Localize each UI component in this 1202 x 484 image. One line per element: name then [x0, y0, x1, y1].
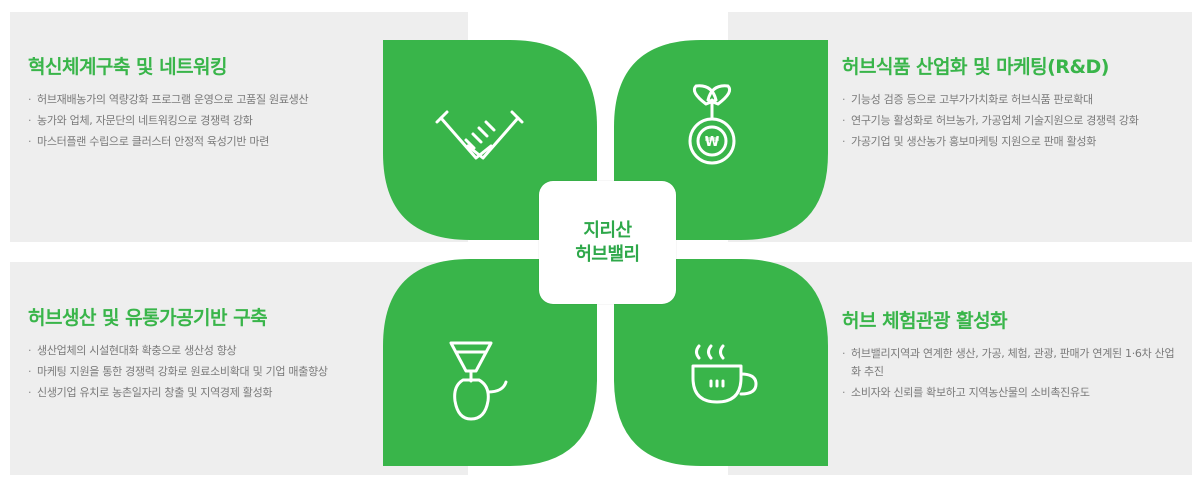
list-item: 연구기능 활성화로 허브농가, 가공업체 기술지원으로 경쟁력 강화	[842, 112, 1182, 130]
list-innovation-networking: 허브재배농가의 역량강화 프로그램 운영으로 고품질 원료생산 농가와 업체, …	[28, 91, 408, 151]
list-item: 마케팅 지원을 통한 경쟁력 강화로 원료소비확대 및 기업 매출향상	[28, 363, 408, 381]
list-item: 허브재배농가의 역량강화 프로그램 운영으로 고품질 원료생산	[28, 91, 408, 109]
title-experience-tourism: 허브 체험관광 활성화	[842, 310, 1008, 332]
list-item: 허브밸리지역과 연계한 생산, 가공, 체험, 관광, 판매가 연계된 1·6차…	[842, 345, 1182, 381]
list-experience-tourism: 허브밸리지역과 연계한 생산, 가공, 체험, 관광, 판매가 연계된 1·6차…	[842, 345, 1182, 402]
list-item: 가공기업 및 생산농가 홍보마케팅 지원으로 판매 활성화	[842, 133, 1182, 151]
center-label-box: 지리산 허브밸리	[539, 181, 676, 304]
won-symbol: ₩	[705, 135, 720, 150]
diagram-canvas: 혁신체계구축 및 네트워킹 허브재배농가의 역량강화 프로그램 운영으로 고품질…	[0, 0, 1202, 484]
title-innovation-networking: 혁신체계구축 및 네트워킹	[28, 56, 228, 78]
list-food-industrialization: 기능성 검증 등으로 고부가가치화로 허브식품 판로확대 연구기능 활성화로 허…	[842, 91, 1182, 151]
block-production-distribution: 허브생산 및 유통가공기반 구축 생산업체의 시설현대화 확충으로 생산성 향상…	[28, 303, 408, 405]
block-experience-tourism: 허브 체험관광 활성화 허브밸리지역과 연계한 생산, 가공, 체험, 관광, …	[842, 306, 1182, 405]
title-food-industrialization: 허브식품 산업화 및 마케팅(R&D)	[842, 56, 1109, 78]
list-item: 소비자와 신뢰를 확보하고 지역농산물의 소비촉진유도	[842, 384, 1182, 402]
block-innovation-networking: 혁신체계구축 및 네트워킹 허브재배농가의 역량강화 프로그램 운영으로 고품질…	[28, 52, 408, 154]
list-item: 농가와 업체, 자문단의 네트워킹으로 경쟁력 강화	[28, 112, 408, 130]
list-production-distribution: 생산업체의 시설현대화 확충으로 생산성 향상 마케팅 지원을 통한 경쟁력 강…	[28, 342, 408, 402]
center-title-line1: 지리산	[583, 219, 632, 241]
list-item: 신생기업 유치로 농촌일자리 창출 및 지역경제 활성화	[28, 384, 408, 402]
list-item: 마스터플랜 수립으로 클러스터 안정적 육성기반 마련	[28, 133, 408, 151]
title-production-distribution: 허브생산 및 유통가공기반 구축	[28, 307, 268, 329]
center-title-line2: 허브밸리	[575, 243, 640, 265]
list-item: 생산업체의 시설현대화 확충으로 생산성 향상	[28, 342, 408, 360]
block-food-industrialization: 허브식품 산업화 및 마케팅(R&D) 기능성 검증 등으로 고부가가치화로 허…	[842, 52, 1182, 154]
list-item: 기능성 검증 등으로 고부가가치화로 허브식품 판로확대	[842, 91, 1182, 109]
